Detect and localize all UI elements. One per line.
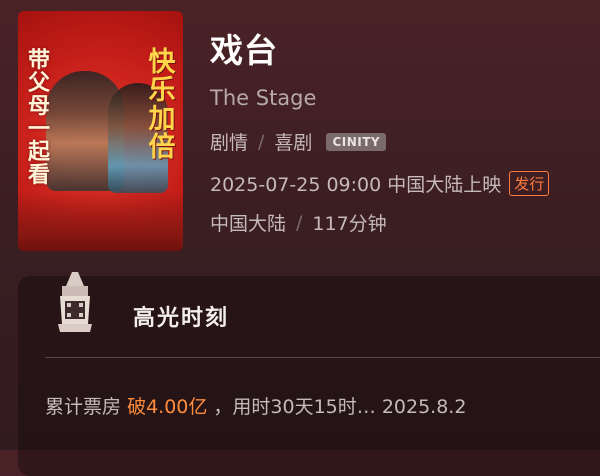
- meta-row: 中国大陆 / 117分钟: [210, 209, 387, 236]
- release-date: 2025-07-25 09:00 中国大陆上映: [210, 174, 502, 196]
- poster-right-slogan: 快乐加倍: [148, 47, 176, 164]
- highlight-card[interactable]: [18, 276, 600, 476]
- duration: 117分钟: [312, 213, 387, 235]
- genre-1: 剧情: [210, 132, 249, 154]
- separator: /: [258, 130, 265, 153]
- separator: /: [296, 211, 303, 234]
- stat-suffix: ，用时30天15时… 2025.8.2: [213, 396, 467, 418]
- trophy-icon: [58, 272, 92, 332]
- poster-crowd: [18, 191, 183, 251]
- genre-row: 剧情 / 喜剧 CINITY: [210, 128, 387, 155]
- genre-2: 喜剧: [274, 132, 313, 154]
- release-tag[interactable]: 发行: [509, 171, 550, 196]
- stat-prefix: 累计票房: [45, 396, 122, 418]
- region: 中国大陆: [210, 213, 287, 235]
- poster-left-slogan: 带父母一起看: [27, 47, 50, 189]
- box-office-stat: 累计票房 破4.00亿 ，用时30天15时… 2025.8.2: [45, 392, 466, 419]
- cinity-badge: CINITY: [326, 132, 387, 151]
- divider: [45, 357, 600, 358]
- movie-poster[interactable]: 带父母一起看 快乐加倍: [18, 11, 183, 251]
- movie-title: 戏台: [210, 31, 278, 70]
- release-row: 2025-07-25 09:00 中国大陆上映 发行: [210, 170, 550, 197]
- highlight-title: 高光时刻: [133, 306, 230, 331]
- stat-value: 破4.00亿: [127, 396, 208, 418]
- movie-english-title: The Stage: [210, 86, 317, 110]
